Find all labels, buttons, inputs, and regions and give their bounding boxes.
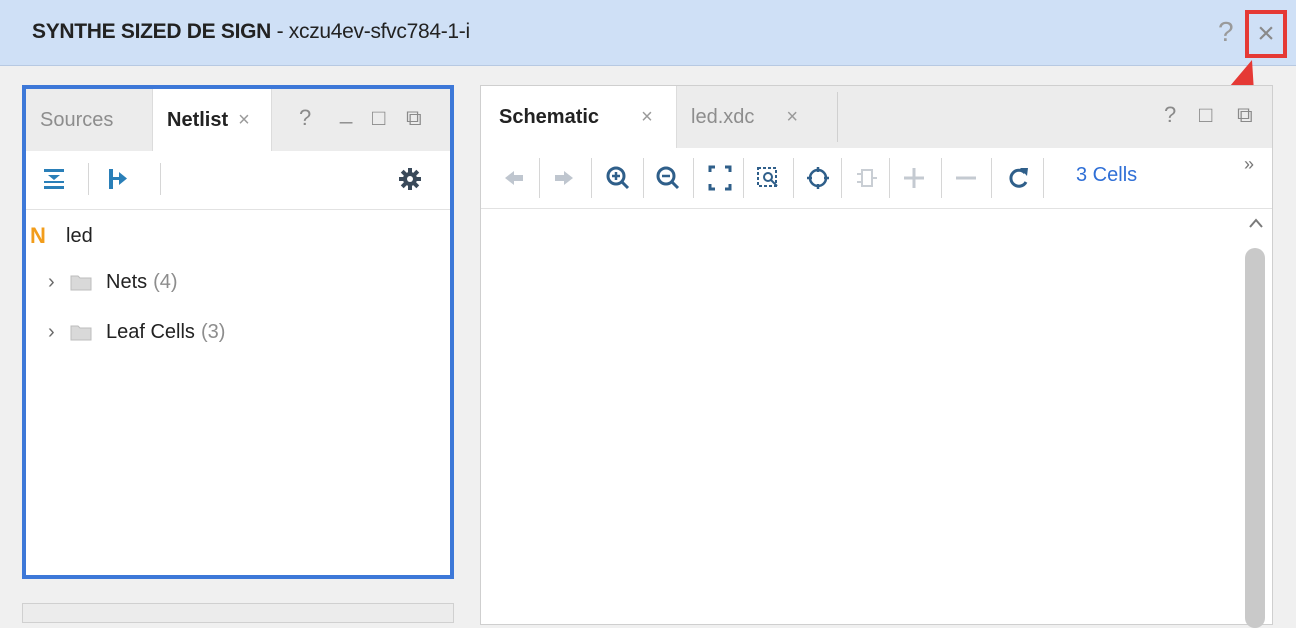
toolbar-separator [941, 158, 942, 198]
expand-all-icon[interactable] [106, 167, 130, 191]
cell-icon[interactable] [855, 162, 879, 194]
minus-icon[interactable] [953, 162, 979, 194]
toolbar-separator [591, 158, 592, 198]
schematic-panel: Schematic × led.xdc × ? □ ⧉ 3 Cells » [480, 85, 1273, 628]
toolbar-separator [991, 158, 992, 198]
netlist-panel: Sources Netlist × ? _ □ ⧉ N led › Nets (… [22, 85, 454, 579]
vertical-scrollbar[interactable] [1241, 212, 1271, 628]
float-icon[interactable]: ⧉ [406, 105, 422, 131]
help-button[interactable]: ? [1218, 16, 1234, 48]
tab-schematic-label: Schematic [499, 105, 600, 128]
toolbar-separator [889, 158, 890, 198]
tab-sources-label: Sources [40, 108, 114, 131]
tab-sources[interactable]: Sources [26, 89, 152, 151]
tree-root-label: led [66, 224, 93, 247]
nets-count: (4) [153, 270, 178, 293]
tab-led-xdc-label: led.xdc [691, 105, 755, 128]
tree-item-leaf-cells[interactable]: › Leaf Cells (3) [48, 319, 225, 345]
tab-led-xdc[interactable]: led.xdc × [679, 86, 839, 148]
tab-netlist[interactable]: Netlist × [152, 89, 272, 151]
cells-count-link[interactable]: 3 Cells [1076, 164, 1137, 187]
close-button[interactable]: × [1245, 10, 1287, 58]
tree-item-leaf-cells-label: Leaf Cells [106, 320, 195, 343]
toolbar-separator [643, 158, 644, 198]
toolbar-separator [1043, 158, 1044, 198]
toolbar-separator [539, 158, 540, 198]
tab-schematic[interactable]: Schematic × [481, 86, 677, 148]
back-arrow-icon[interactable] [503, 162, 525, 194]
zoom-out-icon[interactable] [655, 162, 681, 194]
gear-icon[interactable] [398, 167, 422, 191]
maximize-icon[interactable]: □ [372, 105, 385, 131]
window-titlebar: SYNTHE SIZED DE SIGN - xczu4ev-sfvc784-1… [0, 0, 1296, 66]
toolbar-separator [743, 158, 744, 198]
close-tab-icon[interactable]: × [238, 109, 250, 132]
zoom-area-icon[interactable] [755, 162, 783, 194]
forward-arrow-icon[interactable] [553, 162, 575, 194]
scroll-up-icon[interactable] [1247, 216, 1265, 230]
plus-icon[interactable] [901, 162, 927, 194]
netlist-n-icon: N [30, 223, 46, 248]
scrollbar-thumb[interactable] [1245, 248, 1265, 628]
toolbar-separator [88, 163, 89, 195]
tree-root[interactable]: N led [30, 223, 93, 249]
toolbar-separator [693, 158, 694, 198]
collapse-all-icon[interactable] [42, 167, 66, 191]
folder-icon [70, 325, 92, 341]
folder-icon [70, 275, 92, 291]
toolbar-separator [841, 158, 842, 198]
tab-netlist-label: Netlist [167, 108, 229, 131]
tab-divider [837, 92, 838, 142]
window-title: SYNTHE SIZED DE SIGN - xczu4ev-sfvc784-1… [32, 20, 470, 43]
lower-left-panel-header [22, 603, 454, 623]
float-icon[interactable]: ⧉ [1237, 102, 1253, 128]
chevron-right-icon[interactable]: › [48, 271, 70, 294]
refresh-icon[interactable] [1005, 162, 1031, 194]
close-tab-icon[interactable]: × [641, 106, 653, 129]
toolbar-separator [793, 158, 794, 198]
help-icon[interactable]: ? [299, 105, 311, 131]
close-icon[interactable]: × [1257, 19, 1275, 49]
right-tabbar: Schematic × led.xdc × ? □ ⧉ [481, 86, 1272, 149]
crosshair-icon[interactable] [805, 162, 831, 194]
tree-item-nets-label: Nets [106, 270, 148, 293]
leaf-cells-count: (3) [200, 320, 226, 343]
help-icon[interactable]: ? [1164, 102, 1176, 128]
zoom-fit-icon[interactable] [707, 162, 733, 194]
chevron-right-icon[interactable]: › [48, 321, 70, 344]
maximize-icon[interactable]: □ [1199, 102, 1212, 128]
zoom-in-icon[interactable] [605, 162, 631, 194]
toolbar-overflow-icon[interactable]: » [1244, 154, 1254, 175]
close-tab-icon[interactable]: × [786, 106, 798, 129]
minimize-icon[interactable]: _ [340, 99, 352, 125]
netlist-toolbar [26, 151, 450, 210]
left-tabbar: Sources Netlist × ? _ □ ⧉ [26, 89, 450, 152]
schematic-toolbar: 3 Cells » [481, 148, 1272, 209]
toolbar-separator [160, 163, 161, 195]
tree-item-nets[interactable]: › Nets (4) [48, 269, 178, 295]
